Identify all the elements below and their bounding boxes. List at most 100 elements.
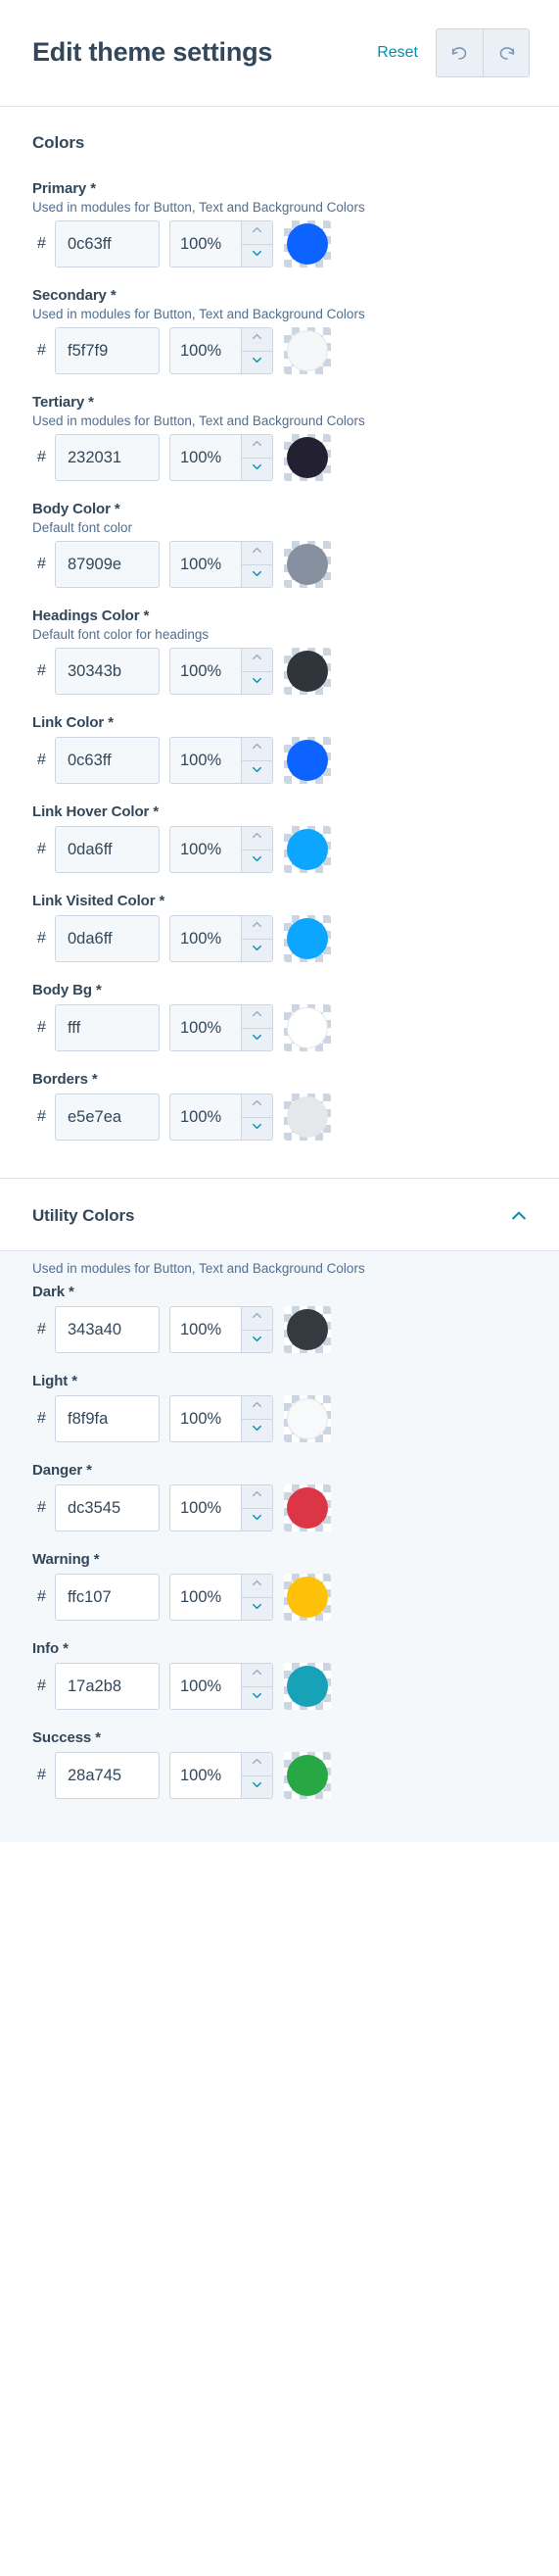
opacity-input[interactable]: [170, 1005, 241, 1050]
stepper-increment-button[interactable]: [242, 328, 272, 352]
chevron-down-icon: [250, 1510, 264, 1530]
opacity-input[interactable]: [170, 221, 241, 267]
color-controls: #: [32, 826, 527, 873]
hex-input[interactable]: [55, 915, 160, 962]
color-field: Link Color * #: [32, 699, 527, 788]
color-swatch-button[interactable]: [284, 1574, 331, 1621]
stepper-decrement-button[interactable]: [242, 1420, 272, 1442]
stepper-increment-button[interactable]: [242, 1485, 272, 1509]
opacity-input[interactable]: [170, 738, 241, 783]
color-swatch-button[interactable]: [284, 220, 331, 267]
stepper-decrement-button[interactable]: [242, 851, 272, 873]
hex-input[interactable]: [55, 1306, 160, 1353]
opacity-input[interactable]: [170, 1396, 241, 1441]
color-swatch-button[interactable]: [284, 434, 331, 481]
stepper-decrement-button[interactable]: [242, 1118, 272, 1141]
undo-button[interactable]: [437, 29, 483, 76]
chevron-down-icon: [250, 762, 264, 782]
hex-input[interactable]: [55, 737, 160, 784]
hex-input[interactable]: [55, 220, 160, 267]
opacity-input[interactable]: [170, 328, 241, 373]
stepper-increment-button[interactable]: [242, 1396, 272, 1420]
color-swatch-button[interactable]: [284, 737, 331, 784]
stepper-decrement-button[interactable]: [242, 1598, 272, 1621]
stepper-decrement-button[interactable]: [242, 672, 272, 695]
stepper-decrement-button[interactable]: [242, 940, 272, 962]
section-header-utility[interactable]: Utility Colors: [0, 1179, 559, 1250]
stepper-increment-button[interactable]: [242, 916, 272, 940]
stepper-increment-button[interactable]: [242, 827, 272, 851]
hex-input[interactable]: [55, 327, 160, 374]
chevron-up-icon[interactable]: [508, 1205, 530, 1227]
stepper-decrement-button[interactable]: [242, 1331, 272, 1353]
color-swatch-button[interactable]: [284, 1004, 331, 1051]
stepper-increment-button[interactable]: [242, 221, 272, 245]
color-swatch-button[interactable]: [284, 327, 331, 374]
hex-input[interactable]: [55, 1663, 160, 1710]
stepper-increment-button[interactable]: [242, 1575, 272, 1598]
stepper-decrement-button[interactable]: [242, 1687, 272, 1710]
stepper-increment-button[interactable]: [242, 649, 272, 672]
hex-input[interactable]: [55, 541, 160, 588]
opacity-input[interactable]: [170, 827, 241, 872]
stepper-increment-button[interactable]: [242, 1094, 272, 1118]
field-label: Info *: [32, 1640, 69, 1657]
hex-input[interactable]: [55, 1004, 160, 1051]
opacity-input[interactable]: [170, 1664, 241, 1709]
color-swatch-button[interactable]: [284, 1395, 331, 1442]
color-swatch-button[interactable]: [284, 1752, 331, 1799]
stepper-decrement-button[interactable]: [242, 459, 272, 481]
redo-button[interactable]: [483, 29, 529, 76]
stepper-increment-button[interactable]: [242, 1664, 272, 1687]
hex-input[interactable]: [55, 1094, 160, 1141]
hex-input[interactable]: [55, 1484, 160, 1531]
stepper-increment-button[interactable]: [242, 1753, 272, 1776]
hex-input[interactable]: [55, 1395, 160, 1442]
color-field: Success * #: [32, 1714, 527, 1803]
stepper-buttons: [241, 738, 272, 783]
opacity-input[interactable]: [170, 916, 241, 961]
opacity-input[interactable]: [170, 1575, 241, 1620]
color-field: Borders * #: [32, 1055, 527, 1144]
hash-prefix: #: [37, 1321, 46, 1337]
color-swatch-button[interactable]: [284, 1306, 331, 1353]
stepper-decrement-button[interactable]: [242, 245, 272, 267]
opacity-stepper: [169, 220, 273, 267]
hex-input[interactable]: [55, 1574, 160, 1621]
stepper-decrement-button[interactable]: [242, 565, 272, 588]
opacity-input[interactable]: [170, 1307, 241, 1352]
reset-button[interactable]: Reset: [377, 44, 418, 62]
hex-input[interactable]: [55, 648, 160, 695]
hex-input[interactable]: [55, 1752, 160, 1799]
color-swatch-button[interactable]: [284, 915, 331, 962]
stepper-increment-button[interactable]: [242, 1307, 272, 1331]
stepper-decrement-button[interactable]: [242, 761, 272, 784]
stepper-increment-button[interactable]: [242, 738, 272, 761]
opacity-input[interactable]: [170, 1485, 241, 1531]
color-swatch-button[interactable]: [284, 1663, 331, 1710]
color-swatch-button[interactable]: [284, 541, 331, 588]
hash-prefix: #: [37, 841, 46, 857]
stepper-decrement-button[interactable]: [242, 1029, 272, 1051]
opacity-stepper: [169, 1306, 273, 1353]
stepper-increment-button[interactable]: [242, 435, 272, 459]
stepper-increment-button[interactable]: [242, 542, 272, 565]
opacity-input[interactable]: [170, 1753, 241, 1798]
opacity-input[interactable]: [170, 649, 241, 694]
color-swatch-button[interactable]: [284, 1094, 331, 1141]
opacity-input[interactable]: [170, 1094, 241, 1140]
stepper-decrement-button[interactable]: [242, 1509, 272, 1531]
stepper-increment-button[interactable]: [242, 1005, 272, 1029]
color-swatch-button[interactable]: [284, 1484, 331, 1531]
opacity-input[interactable]: [170, 435, 241, 480]
field-label: Link Hover Color *: [32, 803, 160, 820]
opacity-input[interactable]: [170, 542, 241, 587]
color-swatch-button[interactable]: [284, 826, 331, 873]
hex-input[interactable]: [55, 434, 160, 481]
stepper-decrement-button[interactable]: [242, 352, 272, 374]
field-label: Light *: [32, 1373, 77, 1389]
stepper-decrement-button[interactable]: [242, 1776, 272, 1799]
color-swatch-button[interactable]: [284, 648, 331, 695]
hex-input[interactable]: [55, 826, 160, 873]
stepper-buttons: [241, 1307, 272, 1352]
